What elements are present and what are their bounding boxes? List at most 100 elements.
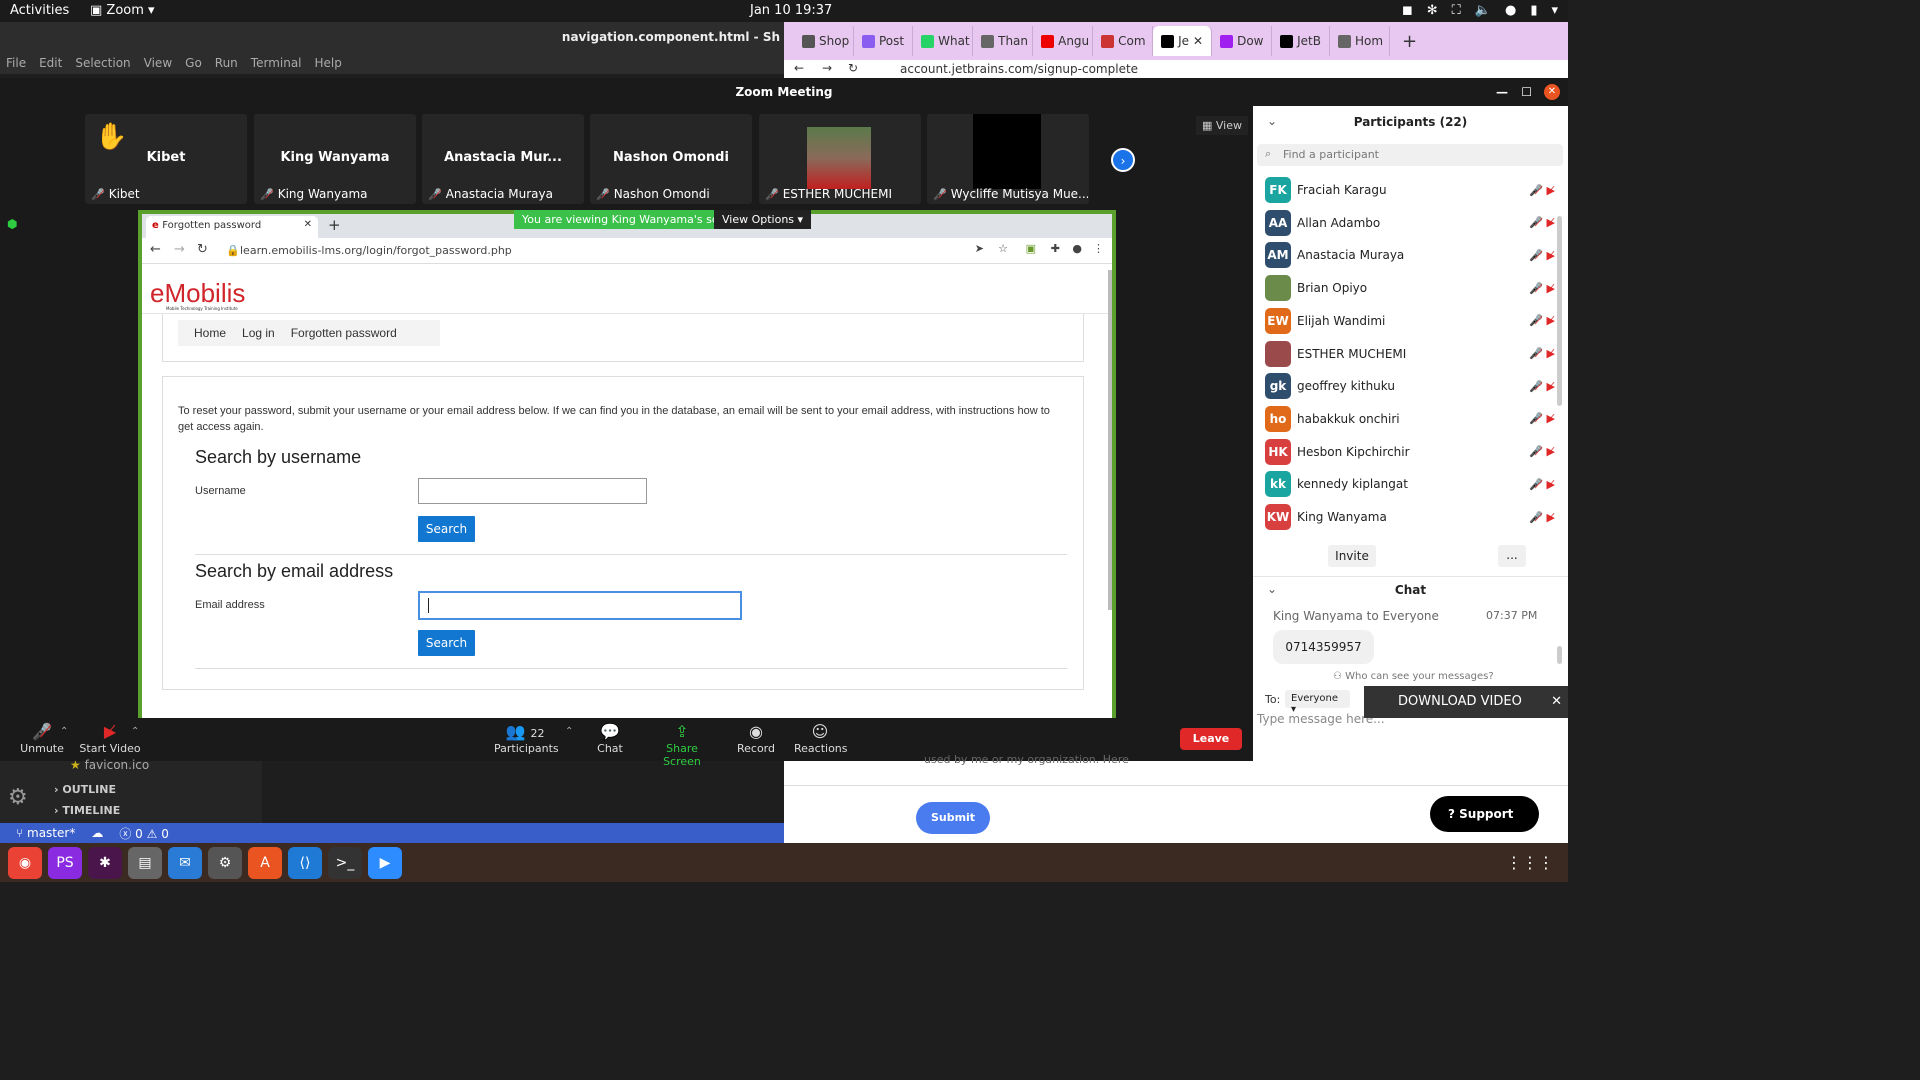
settings-gear-icon[interactable]: ⚙ [8, 785, 28, 810]
mic-tray-icon[interactable]: ● [1505, 3, 1516, 18]
video-options-chevron-icon[interactable]: ⌃ [131, 726, 139, 737]
menu-edit[interactable]: Edit [39, 56, 62, 70]
tab-close-icon[interactable]: ✕ [304, 219, 312, 230]
audio-options-chevron-icon[interactable]: ⌃ [60, 726, 68, 737]
back-icon[interactable]: ← [150, 242, 161, 257]
close-window-icon[interactable]: ✕ [1544, 84, 1560, 100]
settings-tray-icon[interactable]: ✻ [1427, 3, 1438, 18]
bookmark-star-icon[interactable]: ☆ [998, 242, 1008, 255]
chrome-url[interactable]: account.jetbrains.com/signup-complete [900, 62, 1138, 76]
unmute-button[interactable]: 🎤̸ Unmute [20, 722, 64, 755]
zoom-app-icon[interactable]: ▶ [368, 846, 402, 879]
participant-row[interactable]: AM Anastacia Muraya 🎤̸ ▶̸ [1265, 241, 1555, 269]
video-tile[interactable]: ✋ Kibet 🎤̸ Kibet [85, 114, 247, 204]
software-app-icon[interactable]: A [248, 846, 282, 879]
participant-row[interactable]: HK Hesbon Kipchirchir 🎤̸ ▶̸ [1265, 438, 1555, 466]
menu-view[interactable]: View [144, 56, 172, 70]
clock[interactable]: Jan 10 19:37 [750, 3, 832, 18]
participant-row[interactable]: ho habakkuk onchiri 🎤̸ ▶̸ [1265, 405, 1555, 433]
encryption-shield-icon[interactable]: ⬢ [7, 217, 17, 231]
chat-button[interactable]: 💬 Chat [592, 722, 628, 755]
share-screen-button[interactable]: ⇪ Share Screen [646, 722, 718, 768]
close-banner-icon[interactable]: ✕ [1551, 686, 1562, 718]
git-branch[interactable]: ⑂ master* [16, 826, 75, 840]
video-tile[interactable]: 🎤̸ ESTHER MUCHEMI [759, 114, 921, 204]
participant-row[interactable]: kk kennedy kiplangat 🎤̸ ▶̸ [1265, 470, 1555, 498]
chrome-tab[interactable]: Angu [1033, 26, 1094, 56]
send-icon[interactable]: ➤ [975, 242, 984, 255]
chrome-tab[interactable]: Hom [1330, 26, 1390, 56]
recipient-select[interactable]: Everyone ▾ [1285, 690, 1350, 715]
timeline-section[interactable]: › TIMELINE [54, 804, 120, 817]
participant-row[interactable]: ESTHER MUCHEMI 🎤̸ ▶̸ [1265, 340, 1555, 368]
chrome-tab[interactable]: What [913, 26, 974, 56]
slack-app-icon[interactable]: ✱ [88, 846, 122, 879]
forward-icon[interactable]: → [822, 61, 832, 75]
who-can-see-link[interactable]: ⚇ Who can see your messages? [1333, 671, 1494, 682]
find-participant-input[interactable]: ⌕ Find a participant [1257, 144, 1563, 166]
chrome-tab[interactable]: Than [973, 26, 1034, 56]
reload-icon[interactable]: ↻ [197, 242, 208, 257]
problems-indicator[interactable]: ⓧ 0 ⚠ 0 [119, 825, 169, 842]
next-page-arrow-icon[interactable]: › [1111, 148, 1135, 172]
view-options-button[interactable]: View Options ▾ [714, 210, 812, 229]
tab-close-icon[interactable]: ✕ [1193, 34, 1203, 48]
chrome-tab[interactable]: Post [854, 26, 914, 56]
menu-go[interactable]: Go [185, 56, 202, 70]
sync-icon[interactable]: ☁ [91, 826, 103, 840]
shared-tab[interactable]: e Forgotten password ✕ [146, 216, 318, 238]
zoom-tray-icon[interactable]: ◼ [1402, 3, 1413, 18]
system-tray[interactable]: ◼ ✻ ⛶ 🔈 ● ▮ ▾ [1402, 3, 1558, 18]
emobilis-logo[interactable]: eMobilis [150, 278, 245, 309]
breadcrumb-login[interactable]: Log in [242, 326, 275, 340]
power-menu-icon[interactable]: ▾ [1551, 3, 1558, 18]
view-button[interactable]: ▦ View [1196, 116, 1248, 135]
participant-row[interactable]: KW King Wanyama 🎤̸ ▶̸ [1265, 503, 1555, 531]
submit-button[interactable]: Submit [916, 802, 990, 834]
vscode-app-icon[interactable]: ⟨⟩ [288, 846, 322, 879]
network-icon[interactable]: ⛶ [1452, 3, 1461, 18]
chrome-app-icon[interactable]: ◉ [8, 846, 42, 879]
phpstorm-app-icon[interactable]: PS [48, 846, 82, 879]
battery-icon[interactable]: ▮ [1530, 3, 1537, 18]
puzzle-icon[interactable]: ✚ [1051, 242, 1060, 255]
participants-button[interactable]: 👥 22 Participants [494, 722, 559, 755]
menu-help[interactable]: Help [315, 56, 342, 70]
settings-app-icon[interactable]: ⚙ [208, 846, 242, 879]
more-button[interactable]: ... [1498, 545, 1526, 567]
chat-scrollbar[interactable] [1557, 646, 1562, 664]
file-favicon[interactable]: ★ favicon.ico [70, 758, 149, 772]
invite-button[interactable]: Invite [1328, 545, 1376, 567]
activities-button[interactable]: Activities [10, 3, 69, 18]
new-tab-icon[interactable]: + [328, 216, 341, 234]
profile-icon[interactable]: ● [1072, 242, 1082, 255]
video-tile[interactable]: King Wanyama 🎤̸ King Wanyama [254, 114, 416, 204]
participant-row[interactable]: EW Elijah Wandimi 🎤̸ ▶̸ [1265, 307, 1555, 335]
participant-row[interactable]: AA Allan Adambo 🎤̸ ▶̸ [1265, 209, 1555, 237]
back-icon[interactable]: ← [794, 61, 804, 75]
menu-file[interactable]: File [6, 56, 26, 70]
app-menu[interactable]: ▣ Zoom ▾ [90, 3, 155, 18]
participant-row[interactable]: Brian Opiyo 🎤̸ ▶̸ [1265, 274, 1555, 302]
kebab-menu-icon[interactable]: ⋮ [1093, 242, 1104, 255]
shared-scrollbar[interactable] [1108, 270, 1112, 610]
menu-run[interactable]: Run [215, 56, 238, 70]
search-username-button[interactable]: Search [418, 516, 475, 542]
chrome-tab[interactable]: JetB [1272, 26, 1330, 56]
chat-message[interactable]: 0714359957 [1273, 630, 1374, 664]
participants-scrollbar[interactable] [1557, 216, 1562, 406]
record-button[interactable]: ◉ Record [736, 722, 776, 755]
show-apps-grid-icon[interactable]: ⋮⋮⋮ [1506, 853, 1554, 872]
search-email-button[interactable]: Search [418, 630, 475, 656]
reload-icon[interactable]: ↻ [848, 61, 858, 75]
video-tile[interactable]: Anastacia Mur... 🎤̸ Anastacia Muraya [422, 114, 584, 204]
leave-button[interactable]: Leave [1180, 728, 1242, 750]
chrome-tab[interactable]: Dow [1212, 26, 1273, 56]
files-app-icon[interactable]: ▤ [128, 846, 162, 879]
new-tab-icon[interactable]: + [1402, 31, 1417, 52]
thunderbird-app-icon[interactable]: ✉ [168, 846, 202, 879]
outline-section[interactable]: › OUTLINE [54, 783, 116, 796]
download-video-banner[interactable]: DOWNLOAD VIDEO ✕ [1364, 686, 1568, 718]
volume-icon[interactable]: 🔈 [1475, 3, 1491, 18]
menu-terminal[interactable]: Terminal [251, 56, 302, 70]
